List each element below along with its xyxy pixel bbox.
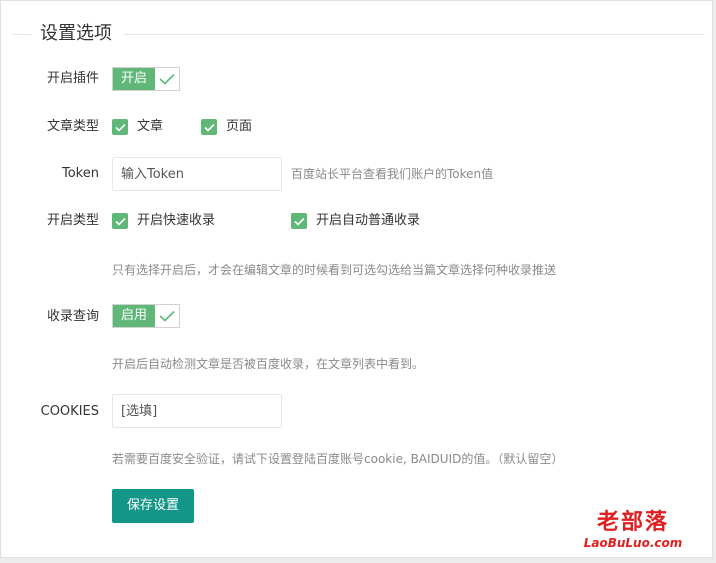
plugin-label: 开启插件 <box>46 71 99 86</box>
save-settings-button[interactable]: 保存设置 <box>112 489 194 523</box>
checkbox-label: 页面 <box>226 119 253 134</box>
checkbox-checked-icon <box>112 119 128 135</box>
checkbox-checked-icon <box>112 213 128 229</box>
checkbox-checked-icon <box>291 213 307 229</box>
checkbox-article[interactable]: 文章 <box>112 117 163 137</box>
checkbox-fast-index[interactable]: 开启快速收录 <box>112 211 215 231</box>
token-input[interactable] <box>112 157 282 191</box>
open-type-label: 开启类型 <box>46 213 99 228</box>
cookies-hint: 若需要百度安全验证，请试下设置登陆百度账号cookie, BAIDUID的值。（… <box>112 452 564 466</box>
watermark-text-en: LaoBuLuo.com <box>583 536 683 550</box>
fieldset-divider <box>13 34 31 35</box>
checkbox-auto-normal-index[interactable]: 开启自动普通收录 <box>291 211 420 231</box>
checkbox-checked-icon <box>201 119 217 135</box>
fieldset-divider <box>123 34 705 35</box>
watermark-logo: 老部落 LaoBuLuo.com <box>573 510 693 550</box>
checkbox-page[interactable]: 页面 <box>201 117 252 137</box>
token-label: Token <box>62 166 99 181</box>
cookies-label: COOKIES <box>40 404 99 419</box>
watermark-text-cn: 老部落 <box>596 510 669 535</box>
plugin-toggle-text: 开启 <box>113 68 155 90</box>
open-type-hint: 只有选择开启后，才会在编辑文章的时候看到可选勾选给当篇文章选择何种收录推送 <box>112 263 557 277</box>
checkbox-label: 开启自动普通收录 <box>316 213 421 228</box>
check-icon <box>155 305 179 327</box>
settings-panel: 设置选项 开启插件 开启 文章类型 文章 页面 Token 百度站长平台查看我们… <box>0 0 713 558</box>
index-query-label: 收录查询 <box>46 309 99 324</box>
checkbox-label: 开启快速收录 <box>137 213 216 228</box>
section-title: 设置选项 <box>40 23 112 44</box>
index-query-toggle-text: 启用 <box>113 305 155 327</box>
checkbox-label: 文章 <box>137 119 164 134</box>
check-icon <box>155 68 179 90</box>
index-query-hint: 开启后自动检测文章是否被百度收录，在文章列表中看到。 <box>112 357 425 371</box>
article-type-label: 文章类型 <box>46 119 99 134</box>
token-hint: 百度站长平台查看我们账户的Token值 <box>291 167 494 181</box>
cookies-input[interactable] <box>112 394 282 428</box>
index-query-toggle[interactable]: 启用 <box>112 304 180 328</box>
plugin-toggle[interactable]: 开启 <box>112 67 180 91</box>
